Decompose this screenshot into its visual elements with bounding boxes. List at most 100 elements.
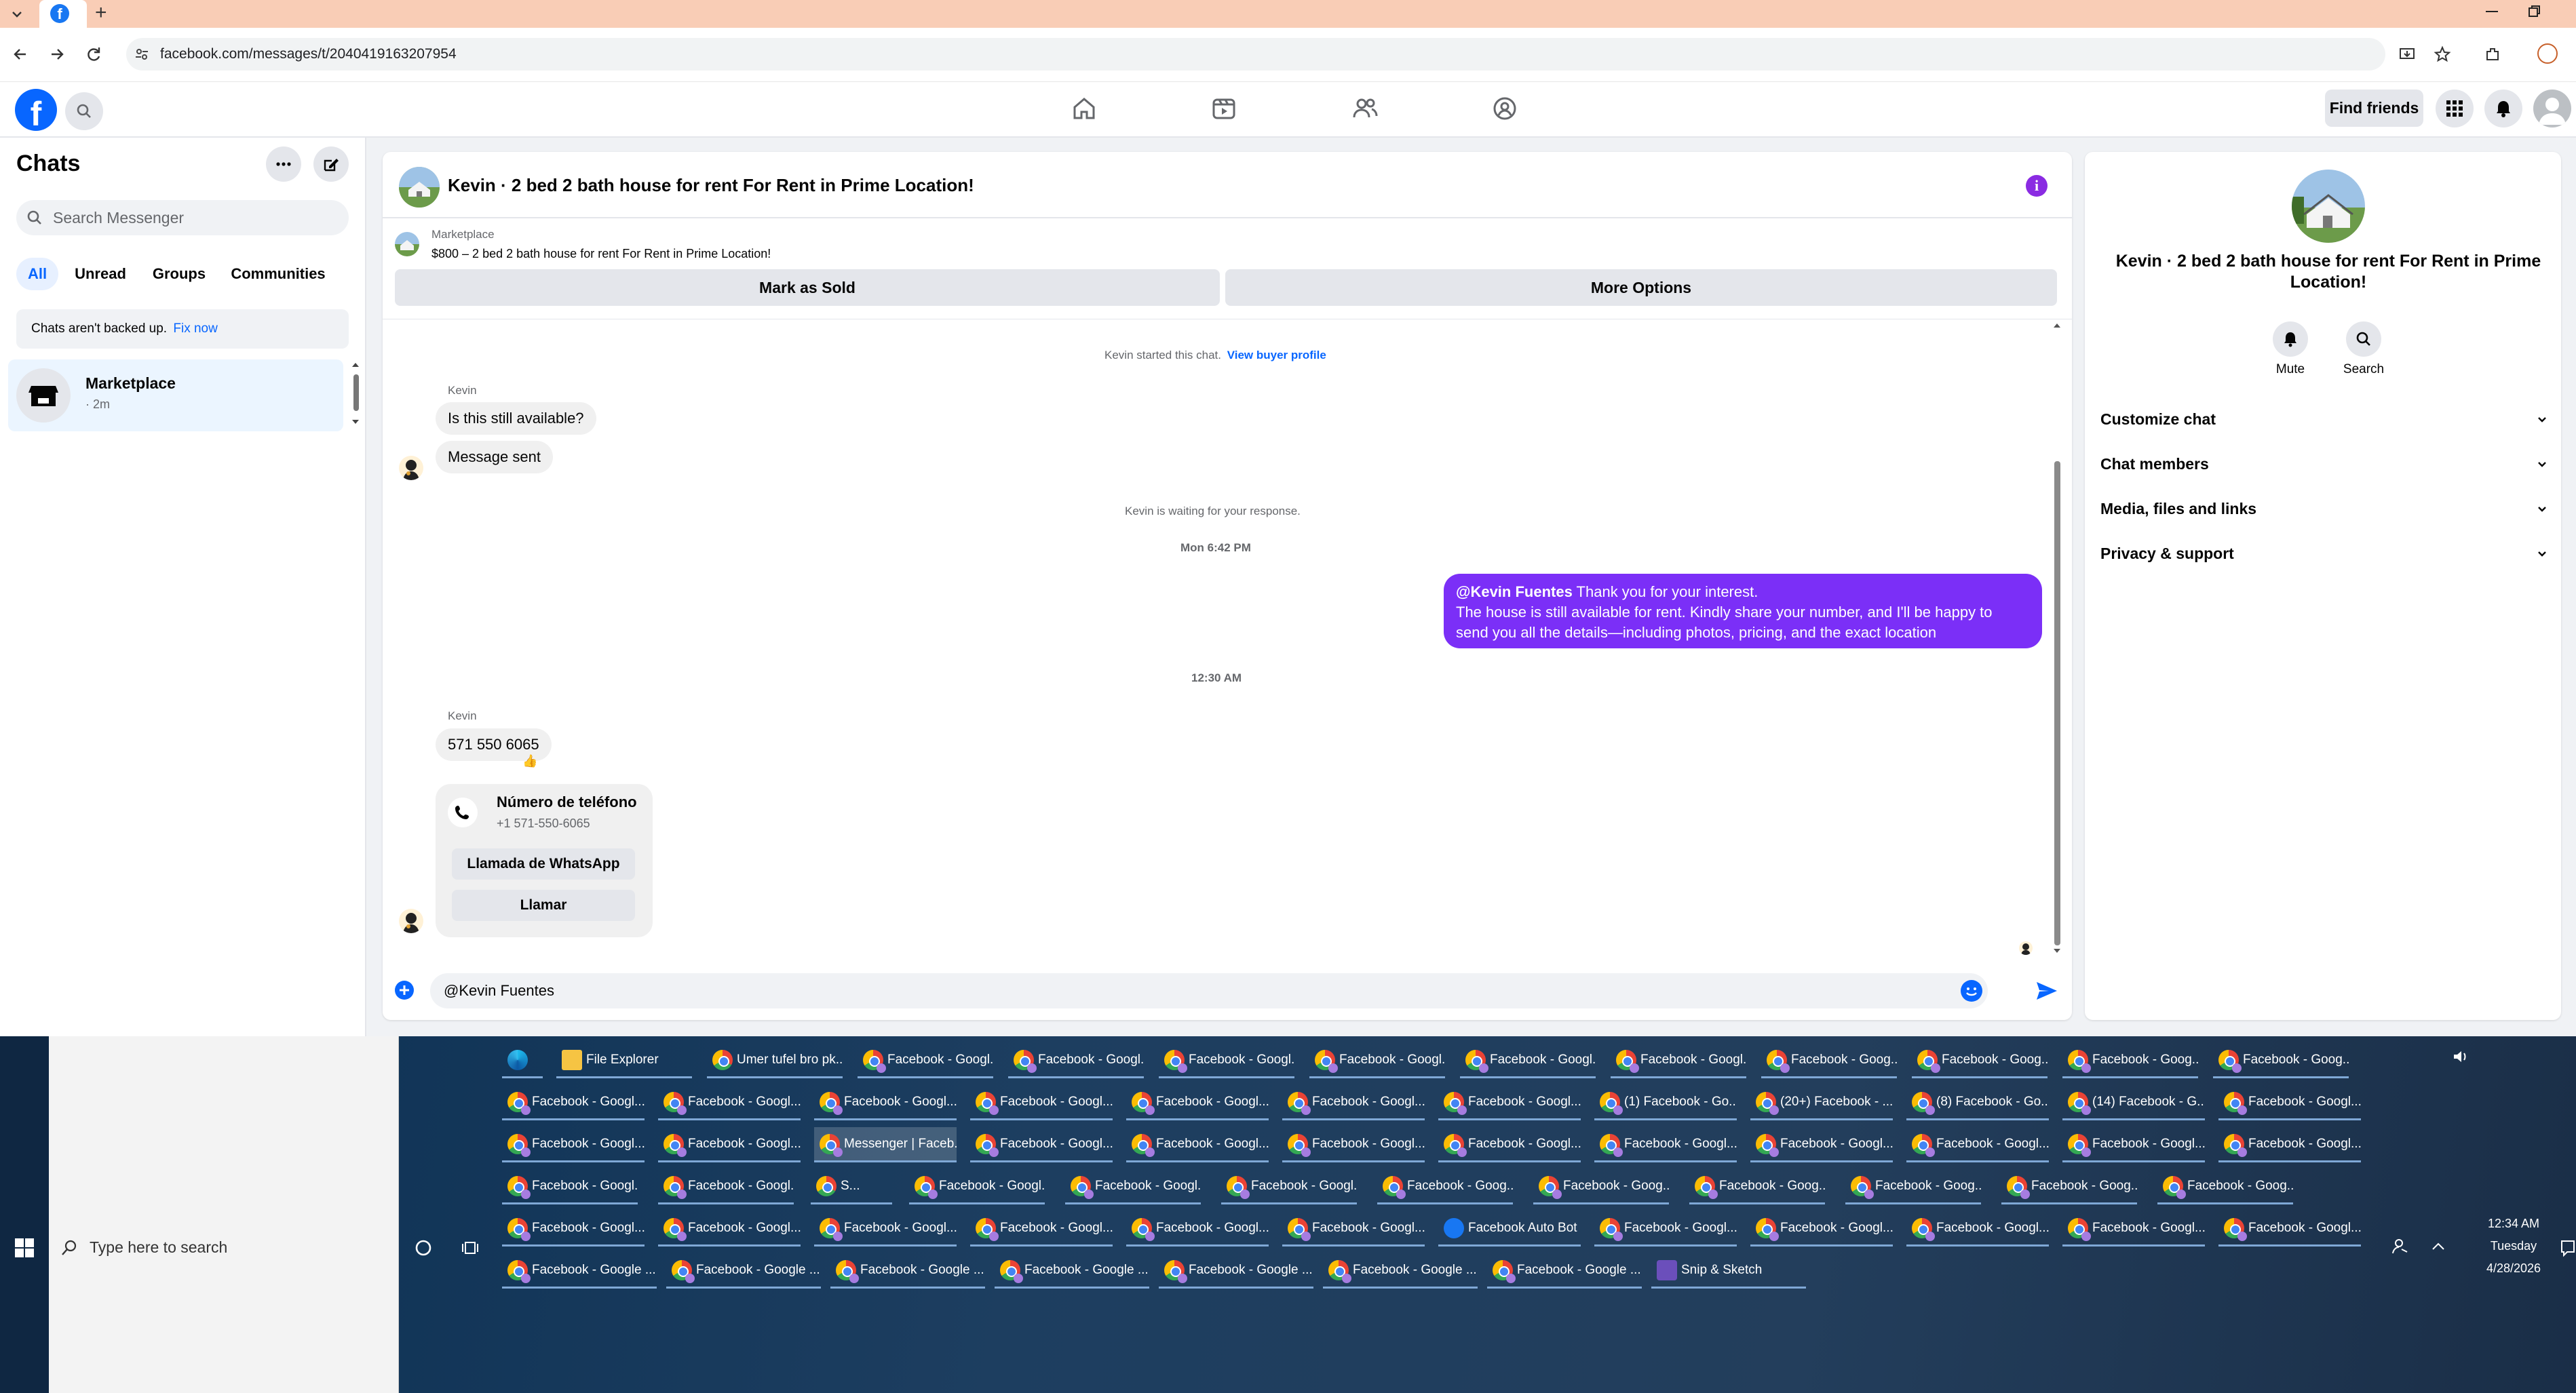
tab-groups[interactable]: Groups bbox=[144, 258, 214, 290]
taskbar-app-button[interactable] bbox=[502, 1043, 543, 1078]
groups-icon[interactable] bbox=[1488, 92, 1521, 125]
sidebar-scrollbar-thumb[interactable] bbox=[353, 374, 359, 411]
taskbar-app-button[interactable]: Facebook - Goog... bbox=[1912, 1043, 2048, 1078]
more-options-icon[interactable] bbox=[266, 146, 301, 182]
taskbar-app-button[interactable]: Facebook - Googl... bbox=[2218, 1085, 2361, 1120]
taskbar-search-box[interactable] bbox=[49, 1036, 399, 1393]
install-app-icon[interactable] bbox=[2398, 45, 2417, 64]
taskbar-app-button[interactable]: Facebook - Googl... bbox=[1309, 1043, 1445, 1078]
back-arrow-icon[interactable] bbox=[11, 45, 30, 64]
view-buyer-profile-link[interactable]: View buyer profile bbox=[1227, 349, 1326, 361]
notifications-bell-icon[interactable] bbox=[2484, 90, 2522, 127]
taskbar-app-button[interactable]: Facebook - Googl... bbox=[658, 1085, 801, 1120]
find-friends-button[interactable]: Find friends bbox=[2325, 90, 2423, 127]
taskbar-app-button[interactable]: Facebook - Googl... bbox=[2062, 1211, 2205, 1247]
message-input[interactable]: @Kevin Fuentes bbox=[430, 973, 1988, 1008]
more-options-button[interactable]: More Options bbox=[1225, 269, 2057, 306]
taskbar-app-button[interactable]: Facebook - Google ... bbox=[502, 1253, 657, 1289]
listing-photo[interactable] bbox=[2292, 170, 2365, 243]
tab-all[interactable]: All bbox=[16, 258, 58, 290]
taskbar-app-button[interactable]: Facebook - Googl... bbox=[1065, 1169, 1201, 1204]
taskbar-app-button[interactable]: Facebook - Googl... bbox=[970, 1085, 1113, 1120]
taskbar-app-button[interactable]: Messenger | Faceb... bbox=[814, 1127, 957, 1162]
taskbar-app-button[interactable]: Facebook - Goog... bbox=[2001, 1169, 2137, 1204]
taskbar-app-button[interactable]: Facebook - Google ... bbox=[830, 1253, 985, 1289]
taskbar-app-button[interactable]: Facebook - Googl... bbox=[1438, 1127, 1581, 1162]
taskbar-app-button[interactable]: Facebook - Googl... bbox=[1008, 1043, 1144, 1078]
taskbar-app-button[interactable]: Facebook - Googl... bbox=[1611, 1043, 1746, 1078]
taskbar-app-button[interactable]: Facebook - Goog... bbox=[1533, 1169, 1669, 1204]
mark-as-sold-button[interactable]: Mark as Sold bbox=[395, 269, 1220, 306]
emoji-icon[interactable] bbox=[1961, 980, 1982, 1002]
taskbar-app-button[interactable]: Facebook - Googl... bbox=[970, 1211, 1113, 1247]
taskbar-app-button[interactable]: Facebook - Goog... bbox=[1689, 1169, 1825, 1204]
taskbar-app-button[interactable]: Facebook - Googl... bbox=[814, 1211, 957, 1247]
taskbar-app-button[interactable]: Facebook - Googl... bbox=[502, 1085, 645, 1120]
taskbar-app-button[interactable]: Facebook - Googl... bbox=[814, 1085, 957, 1120]
search-icon[interactable] bbox=[65, 92, 103, 130]
taskbar-app-button[interactable]: (20+) Facebook - ... bbox=[1750, 1085, 1893, 1120]
tab-communities[interactable]: Communities bbox=[224, 258, 332, 290]
message-bubble[interactable]: Is this still available? bbox=[436, 402, 596, 435]
taskbar-app-button[interactable]: Snip & Sketch bbox=[1651, 1253, 1806, 1289]
message-bubble[interactable]: Message sent bbox=[436, 441, 553, 473]
taskbar-app-button[interactable]: Facebook - Googl... bbox=[1906, 1127, 2049, 1162]
mute-bell-icon[interactable] bbox=[2273, 321, 2308, 357]
site-info-icon[interactable] bbox=[134, 47, 149, 62]
taskbar-app-button[interactable]: (14) Facebook - G... bbox=[2062, 1085, 2205, 1120]
taskbar-app-button[interactable]: Facebook - Googl... bbox=[1282, 1085, 1425, 1120]
windows-start-icon[interactable] bbox=[15, 1238, 34, 1257]
listing-avatar-image[interactable] bbox=[399, 167, 440, 208]
add-attachment-icon[interactable] bbox=[395, 981, 414, 1000]
chat-list-item-marketplace[interactable]: Marketplace · 2m bbox=[8, 359, 343, 431]
taskbar-app-button[interactable]: Facebook - Googl... bbox=[1282, 1211, 1425, 1247]
taskbar-app-button[interactable]: Facebook - Googl... bbox=[1594, 1127, 1737, 1162]
taskbar-app-button[interactable]: (8) Facebook - Go... bbox=[1906, 1085, 2049, 1120]
taskbar-app-button[interactable]: Facebook - Googl... bbox=[1282, 1127, 1425, 1162]
taskbar-app-button[interactable]: Facebook - Googl... bbox=[1221, 1169, 1357, 1204]
kevin-avatar[interactable] bbox=[399, 456, 423, 480]
bookmark-star-icon[interactable] bbox=[2433, 45, 2452, 64]
taskbar-app-button[interactable]: Facebook - Goog... bbox=[1761, 1043, 1897, 1078]
taskbar-app-button[interactable]: Facebook - Googl... bbox=[858, 1043, 993, 1078]
account-avatar[interactable] bbox=[2533, 90, 2571, 127]
profile-avatar-icon[interactable] bbox=[2537, 43, 2558, 64]
section-chat-members[interactable]: Chat members bbox=[2100, 447, 2548, 481]
taskbar-app-button[interactable]: Facebook - Goog... bbox=[1377, 1169, 1513, 1204]
system-clock[interactable]: 12:34 AM Tuesday 4/28/2026 bbox=[2476, 1213, 2551, 1280]
taskbar-app-button[interactable]: Facebook - Googl... bbox=[970, 1127, 1113, 1162]
taskbar-app-button[interactable]: Facebook - Googl... bbox=[502, 1169, 638, 1204]
forward-arrow-icon[interactable] bbox=[47, 45, 66, 64]
extensions-icon[interactable] bbox=[2483, 45, 2502, 64]
fix-now-link[interactable]: Fix now bbox=[173, 321, 217, 336]
taskbar-app-button[interactable]: Facebook - Goog... bbox=[2062, 1043, 2198, 1078]
taskbar-app-button[interactable]: Facebook - Google ... bbox=[1159, 1253, 1313, 1289]
task-view-icon[interactable] bbox=[461, 1238, 482, 1257]
restore-window-icon[interactable] bbox=[2524, 1, 2544, 22]
menu-grid-icon[interactable] bbox=[2436, 90, 2474, 127]
taskbar-app-button[interactable]: Facebook - Googl... bbox=[1159, 1043, 1294, 1078]
taskbar-app-button[interactable]: Facebook - Goog... bbox=[2213, 1043, 2349, 1078]
conversation-title[interactable]: Kevin · 2 bed 2 bath house for rent For … bbox=[448, 175, 974, 196]
taskbar-app-button[interactable]: Facebook - Googl... bbox=[909, 1169, 1045, 1204]
taskbar-app-button[interactable]: Facebook - Goog... bbox=[2157, 1169, 2293, 1204]
taskbar-app-button[interactable]: Facebook - Google ... bbox=[995, 1253, 1149, 1289]
taskbar-app-button[interactable]: Umer tufel bro pk... bbox=[707, 1043, 843, 1078]
taskbar-app-button[interactable]: Facebook - Googl... bbox=[658, 1169, 794, 1204]
taskbar-app-button[interactable]: Facebook - Googl... bbox=[1594, 1211, 1737, 1247]
new-message-icon[interactable] bbox=[313, 146, 349, 182]
taskbar-app-button[interactable]: Facebook - Googl... bbox=[1750, 1211, 1893, 1247]
friends-icon[interactable] bbox=[1349, 92, 1381, 125]
new-tab-button[interactable]: + bbox=[95, 1, 107, 24]
video-icon[interactable] bbox=[1208, 92, 1240, 125]
call-button[interactable]: Llamar bbox=[452, 890, 635, 921]
home-icon[interactable] bbox=[1068, 92, 1100, 125]
browser-tab-facebook[interactable]: f bbox=[39, 0, 87, 28]
taskbar-app-button[interactable]: Facebook - Googl... bbox=[1460, 1043, 1596, 1078]
reload-icon[interactable] bbox=[84, 45, 103, 64]
notification-center-icon[interactable] bbox=[2560, 1238, 2575, 1257]
whatsapp-call-button[interactable]: Llamada de WhatsApp bbox=[452, 848, 635, 880]
taskbar-app-button[interactable]: Facebook - Google ... bbox=[1323, 1253, 1478, 1289]
mention-kevin[interactable]: @Kevin Fuentes bbox=[1456, 583, 1573, 600]
taskbar-app-button[interactable]: Facebook - Googl... bbox=[658, 1211, 801, 1247]
